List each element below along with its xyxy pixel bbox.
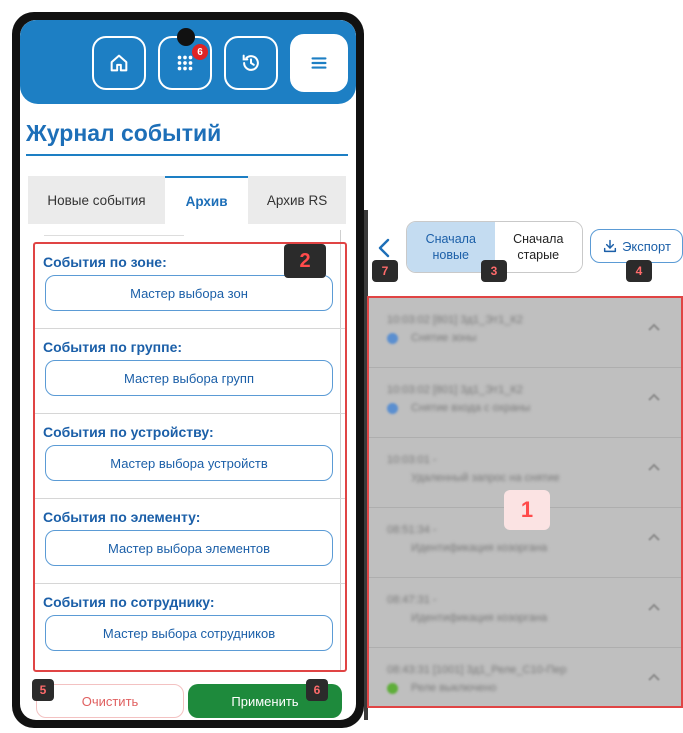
event-row[interactable]: 10:03:02 [801] 3д1_Эт1_К2 Снятие входа с… [369, 368, 681, 438]
history-button[interactable] [224, 36, 278, 90]
group-wizard-button[interactable]: Мастер выбора групп [45, 360, 333, 396]
chevron-up-icon[interactable] [647, 670, 661, 684]
marker-4: 4 [626, 260, 652, 282]
tab-new-events[interactable]: Новые события [28, 176, 165, 224]
top-navigation-bar: 6 [20, 20, 356, 104]
back-button[interactable] [374, 234, 394, 262]
chevron-up-icon[interactable] [647, 460, 661, 474]
event-row[interactable]: 08:47:31 - Идентификация хозоргана [369, 578, 681, 648]
phone-frame: 6 Журнал событий Новые события Архив Арх… [12, 12, 364, 728]
event-header: 08:51:34 - [387, 524, 437, 536]
device-wizard-button[interactable]: Мастер выбора устройств [45, 445, 333, 481]
chevron-up-icon[interactable] [647, 390, 661, 404]
front-camera [177, 28, 195, 46]
status-dot [387, 683, 398, 694]
event-description: Реле выключено [411, 682, 497, 694]
menu-button[interactable] [290, 34, 348, 92]
title-divider [26, 154, 348, 156]
marker-5: 5 [32, 679, 54, 701]
clear-button[interactable]: Очистить [36, 684, 184, 718]
status-dot [387, 403, 398, 414]
menu-icon [311, 57, 327, 69]
event-header: 10:03:02 [801] 3д1_Эт1_К2 [387, 314, 523, 326]
filter-panel: События по зоне: Мастер выбора зон Событ… [33, 242, 347, 672]
event-list: 10:03:02 [801] 3д1_Эт1_К2 Снятие зоны 10… [367, 296, 683, 708]
filter-device: События по устройству: Мастер выбора уст… [35, 414, 345, 499]
event-header: 10:03:02 [801] 3д1_Эт1_К2 [387, 384, 523, 396]
employee-wizard-button[interactable]: Мастер выбора сотрудников [45, 615, 333, 651]
event-description: Снятие входа с охраны [411, 402, 531, 414]
marker-3: 3 [481, 260, 507, 282]
chevron-left-icon [378, 238, 390, 258]
event-description: Идентификация хозоргана [411, 542, 548, 554]
notification-badge: 6 [192, 44, 208, 60]
filter-title: События по сотруднику: [43, 594, 215, 610]
tab-archive-rs[interactable]: Архив RS [248, 176, 346, 224]
archive-events-panel: Сначала новые Сначала старые Экспорт 7 3… [364, 210, 683, 733]
filter-title: События по элементу: [43, 509, 201, 525]
event-header: 10:03:01 - [387, 454, 437, 466]
status-dot [387, 333, 398, 344]
marker-1: 1 [504, 490, 550, 530]
filter-element: События по элементу: Мастер выбора элеме… [35, 499, 345, 584]
event-description: Идентификация хозоргана [411, 612, 548, 624]
home-icon [110, 54, 128, 72]
tab-archive[interactable]: Архив [164, 176, 249, 224]
filter-title: События по группе: [43, 339, 183, 355]
event-header: 08:43:31 [1001] 3д1_Реле_С10-Пер [387, 664, 567, 676]
export-label: Экспорт [622, 238, 671, 254]
filter-title: События по зоне: [43, 254, 167, 270]
tab-bar: Новые события Архив Архив RS [28, 176, 346, 224]
element-wizard-button[interactable]: Мастер выбора элементов [45, 530, 333, 566]
home-button[interactable] [92, 36, 146, 90]
marker-7: 7 [372, 260, 398, 282]
event-description: Удаленный запрос на снятие [411, 472, 560, 484]
page-title: Журнал событий [26, 120, 222, 146]
download-icon [603, 239, 617, 253]
chevron-up-icon[interactable] [647, 600, 661, 614]
history-icon [242, 54, 259, 71]
chevron-up-icon[interactable] [647, 320, 661, 334]
phone-screen: 6 Журнал событий Новые события Архив Арх… [20, 20, 356, 720]
event-row[interactable]: 08:43:31 [1001] 3д1_Реле_С10-Пер Реле вы… [369, 648, 681, 706]
sort-oldest-button[interactable]: Сначала старые [494, 222, 582, 272]
marker-6: 6 [306, 679, 328, 701]
chevron-up-icon[interactable] [647, 530, 661, 544]
zone-wizard-button[interactable]: Мастер выбора зон [45, 275, 333, 311]
event-description: Снятие зоны [411, 332, 477, 344]
scroll-fade-line [44, 235, 184, 236]
export-button[interactable]: Экспорт [590, 229, 683, 263]
filter-group: События по группе: Мастер выбора групп [35, 329, 345, 414]
filter-employee: События по сотруднику: Мастер выбора сот… [35, 584, 345, 669]
event-header: 08:47:31 - [387, 594, 437, 606]
filter-title: События по устройству: [43, 424, 214, 440]
marker-2: 2 [284, 244, 326, 278]
event-row[interactable]: 10:03:02 [801] 3д1_Эт1_К2 Снятие зоны [369, 298, 681, 368]
